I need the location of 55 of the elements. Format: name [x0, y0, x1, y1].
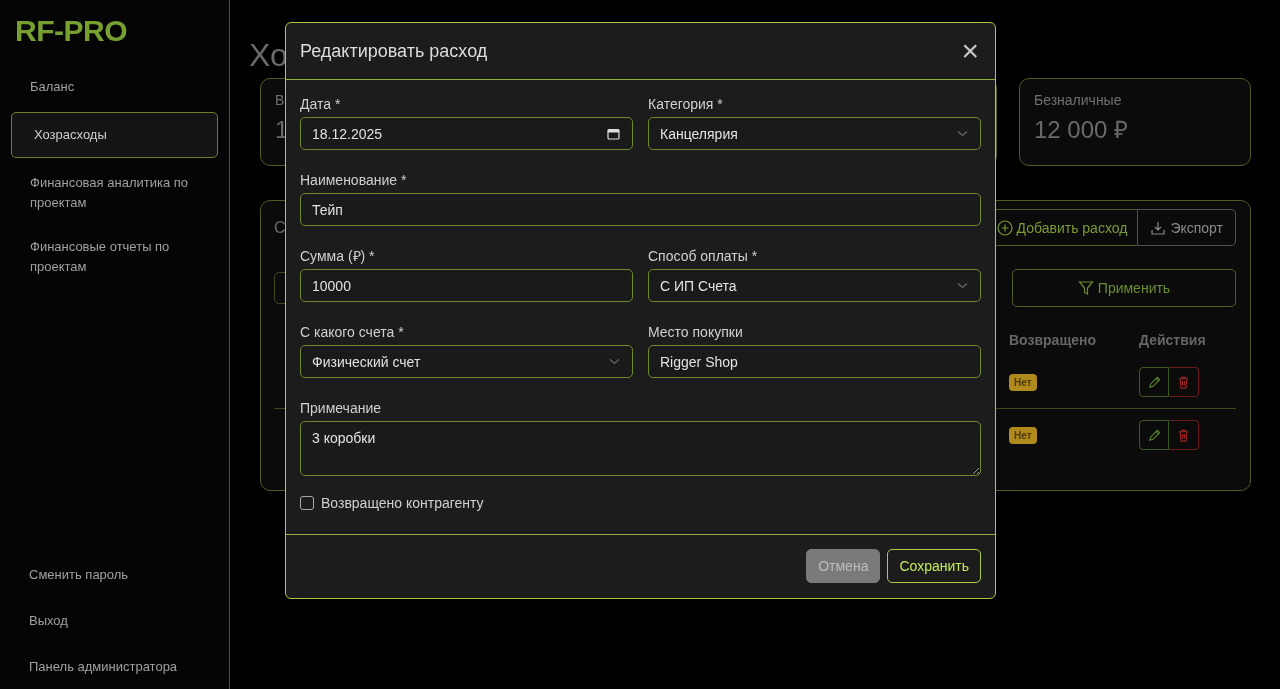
select-field[interactable]: Физический счет	[300, 345, 633, 378]
text-field[interactable]: 10000	[300, 269, 633, 302]
select-field[interactable]: Канцелярия	[648, 117, 981, 150]
sidebar-item[interactable]: Баланс	[11, 68, 218, 106]
date-field[interactable]: 18.12.2025	[300, 117, 633, 150]
plus-circle-icon	[996, 219, 1013, 236]
panel-title: С	[274, 218, 286, 237]
sidebar-link[interactable]: Сменить пароль	[29, 565, 129, 585]
sidebar-item[interactable]: Финансовая аналитика по проектам	[11, 164, 218, 222]
chevron-down-icon	[609, 358, 620, 366]
close-button[interactable]: ×	[959, 37, 981, 65]
text-field[interactable]: Тейп	[300, 193, 981, 226]
field-label: Наименование *	[300, 172, 407, 189]
field-label: Категория *	[648, 96, 723, 113]
filter-icon	[1077, 280, 1094, 296]
edit-button[interactable]	[1139, 420, 1169, 450]
sidebar-item[interactable]: Хозрасходы	[11, 112, 218, 158]
sidebar-link[interactable]: Выход	[29, 611, 68, 631]
pencil-icon	[1146, 427, 1162, 443]
field-label: Способ оплаты *	[648, 248, 758, 265]
status-badge: Нет	[1009, 373, 1037, 391]
trash-icon	[1176, 427, 1191, 443]
card-label: Безналичные	[1034, 92, 1122, 108]
column-header: Возвращено	[1009, 332, 1097, 348]
column-header: Действия	[1139, 332, 1207, 348]
trash-icon	[1176, 374, 1191, 390]
logo: RF-PRO	[15, 16, 127, 46]
note-field[interactable]: 3 коробки	[300, 421, 981, 476]
pencil-icon	[1146, 374, 1162, 390]
text-field[interactable]: Rigger Shop	[648, 345, 981, 378]
apply-button[interactable]: Применить	[1012, 269, 1236, 307]
sidebar-link[interactable]: Панель администратора	[29, 657, 178, 677]
field-label: Примечание	[300, 400, 382, 417]
card-label: В	[275, 92, 285, 108]
select-field[interactable]: С ИП Счета	[648, 269, 981, 302]
checkbox[interactable]	[300, 496, 314, 510]
status-badge: Нет	[1009, 426, 1037, 444]
checkbox-label: Возвращено контрагенту	[321, 495, 484, 511]
field-label: С какого счета *	[300, 324, 404, 341]
chevron-down-icon	[957, 282, 968, 290]
page-title: Хо	[249, 36, 288, 74]
export-button[interactable]: Экспорт	[1138, 209, 1236, 246]
download-icon	[1150, 219, 1167, 236]
calendar-icon	[607, 127, 620, 140]
chevron-down-icon	[957, 130, 968, 138]
delete-button[interactable]	[1169, 420, 1199, 450]
field-label: Дата *	[300, 96, 341, 113]
save-button[interactable]: Сохранить	[887, 549, 981, 583]
card-value: 12 000 ₽	[1034, 116, 1129, 144]
field-label: Сумма (₽) *	[300, 248, 375, 265]
edit-button[interactable]	[1139, 367, 1169, 397]
dialog-title: Редактировать расход	[300, 40, 488, 62]
delete-button[interactable]	[1169, 367, 1199, 397]
field-label: Место покупки	[648, 324, 743, 341]
sidebar-item[interactable]: Финансовые отчеты по проектам	[11, 228, 218, 286]
